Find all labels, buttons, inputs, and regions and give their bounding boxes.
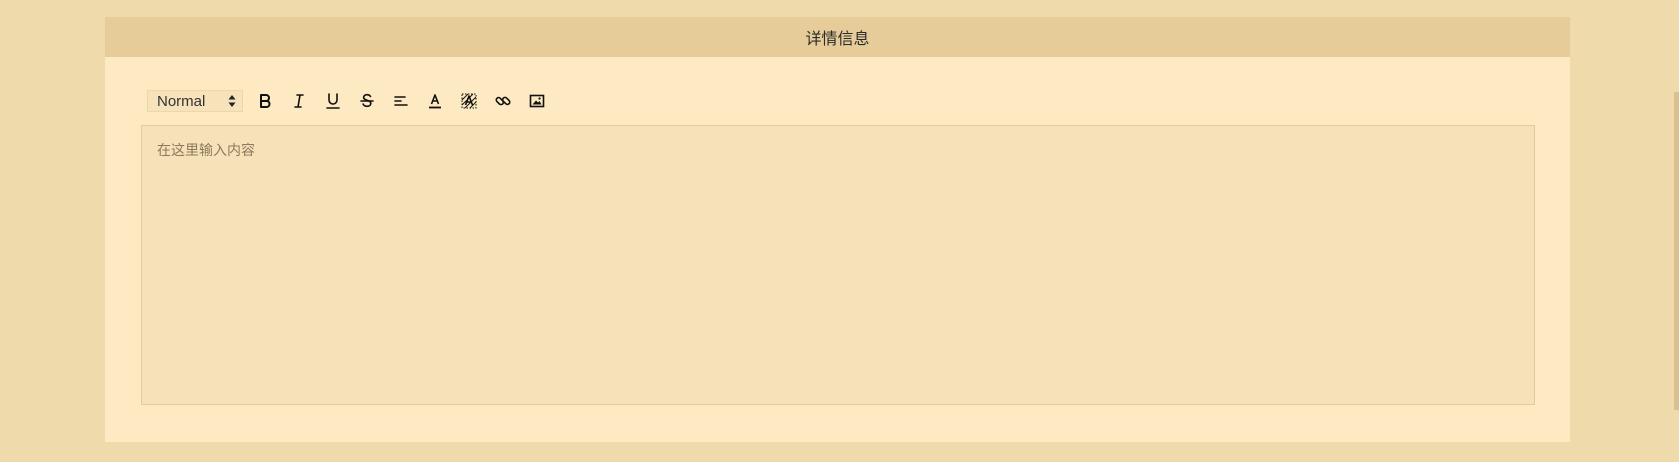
select-arrows-icon [228,95,236,107]
text-color-icon [429,94,441,109]
header-format-value: Normal [157,92,206,110]
align-left-icon [394,96,408,106]
editor-placeholder: 在这里输入内容 [157,143,255,159]
panel-header: 详情信息 [105,17,1570,57]
underline-button[interactable] [321,89,345,113]
underline-icon [326,93,340,109]
align-button[interactable] [389,89,413,113]
image-button[interactable] [525,89,549,113]
header-format-select[interactable]: Normal [147,90,243,112]
italic-button[interactable] [287,89,311,113]
link-icon [495,96,511,106]
editor-toolbar: Normal [147,89,549,113]
background-color-button[interactable] [457,89,481,113]
page-scrollbar[interactable] [1674,92,1679,410]
strikethrough-icon [360,93,374,108]
bold-icon [260,94,271,108]
details-panel: 详情信息 Normal 在这里输入内容 [105,17,1570,442]
rich-text-editor[interactable]: 在这里输入内容 [141,125,1535,405]
link-button[interactable] [491,89,515,113]
panel-title: 详情信息 [805,29,870,48]
font-color-button[interactable] [423,89,447,113]
highlight-icon [461,93,477,109]
bold-button[interactable] [253,89,277,113]
image-icon [529,94,545,108]
strikethrough-button[interactable] [355,89,379,113]
italic-icon [294,94,304,108]
